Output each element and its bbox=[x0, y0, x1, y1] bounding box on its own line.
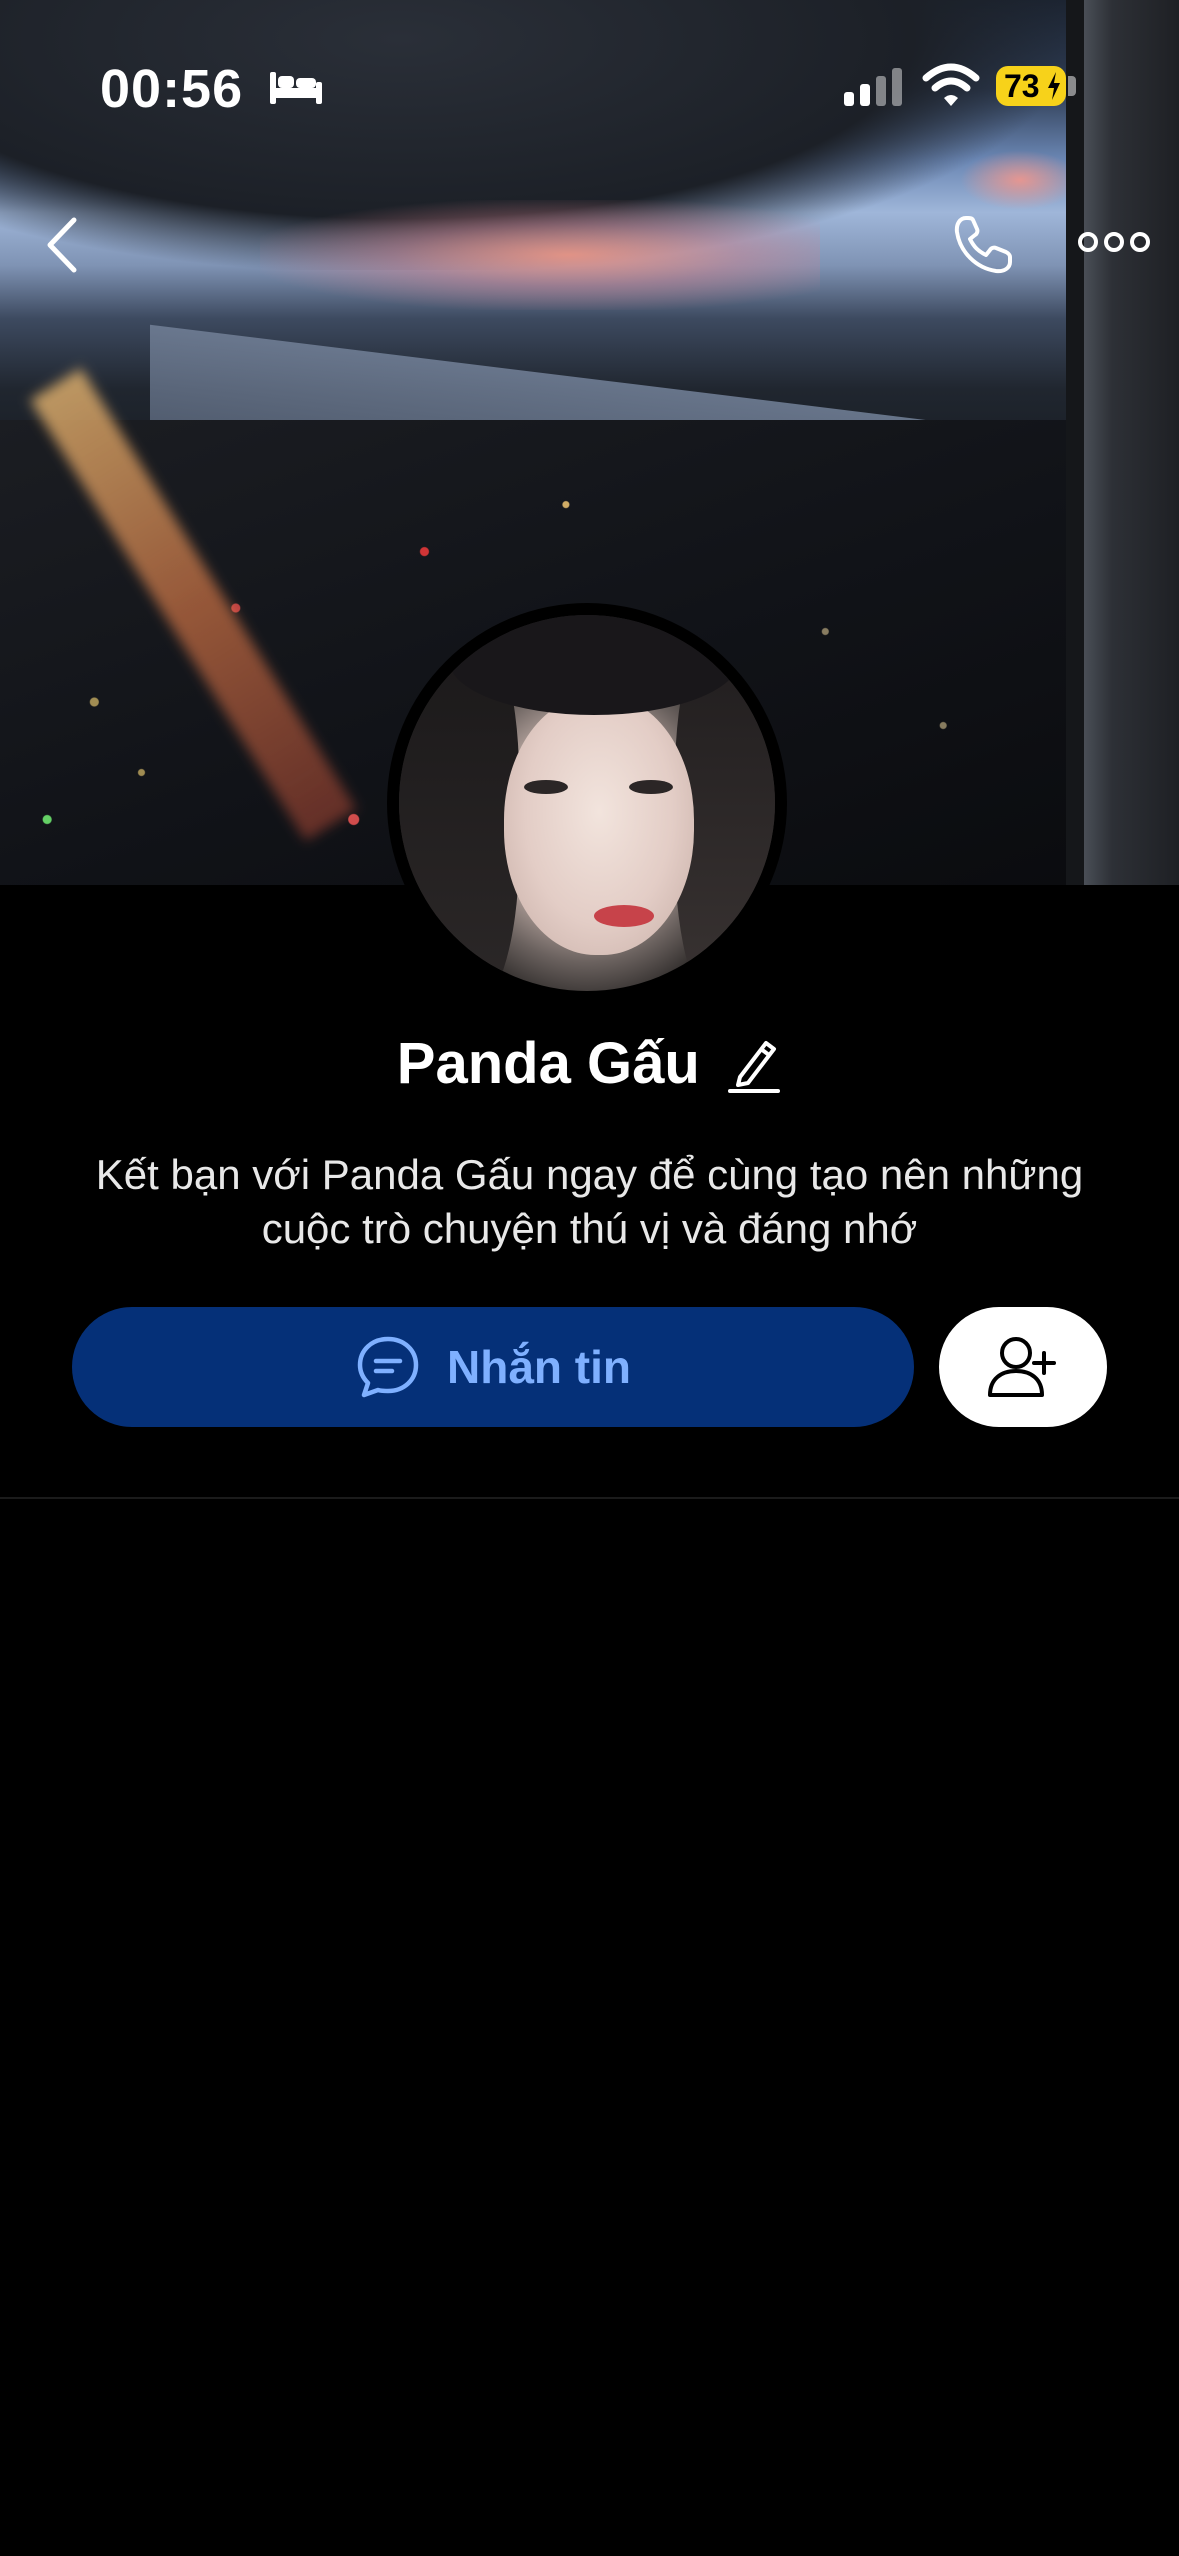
bed-icon bbox=[270, 72, 322, 104]
profile-name-row: Panda Gấu bbox=[0, 1030, 1179, 1110]
phone-icon[interactable] bbox=[948, 210, 1018, 280]
status-bar: 00:56 73 bbox=[0, 0, 1179, 170]
more-dots-icon[interactable] bbox=[1078, 222, 1150, 262]
battery-level: 73 bbox=[1004, 68, 1040, 104]
avatar-lips bbox=[594, 905, 654, 927]
battery-cap bbox=[1068, 76, 1076, 96]
avatar-eye-left bbox=[524, 780, 568, 794]
battery-indicator: 73 bbox=[996, 66, 1066, 106]
signal-icon bbox=[844, 68, 902, 106]
battery-charging-icon bbox=[1048, 72, 1060, 100]
wifi-icon bbox=[922, 63, 980, 106]
section-divider bbox=[0, 1497, 1179, 1499]
avatar-eye-right bbox=[629, 780, 673, 794]
add-friend-button[interactable] bbox=[939, 1307, 1107, 1427]
avatar[interactable] bbox=[387, 603, 787, 1003]
profile-name: Panda Gấu bbox=[396, 1031, 700, 1096]
status-time: 00:56 bbox=[100, 59, 244, 119]
profile-subtitle: Kết bạn với Panda Gấu ngay để cùng tạo n… bbox=[95, 1151, 1084, 1252]
edit-pencil-icon[interactable] bbox=[726, 1033, 782, 1095]
chevron-left-icon[interactable] bbox=[38, 210, 88, 280]
cover-sunset-glow bbox=[260, 200, 820, 310]
avatar-photo bbox=[399, 615, 775, 991]
add-user-icon bbox=[988, 1337, 1056, 1397]
message-button[interactable]: Nhắn tin bbox=[72, 1307, 914, 1427]
message-button-label: Nhắn tin bbox=[447, 1341, 631, 1393]
chat-bubble-icon bbox=[357, 1336, 419, 1398]
